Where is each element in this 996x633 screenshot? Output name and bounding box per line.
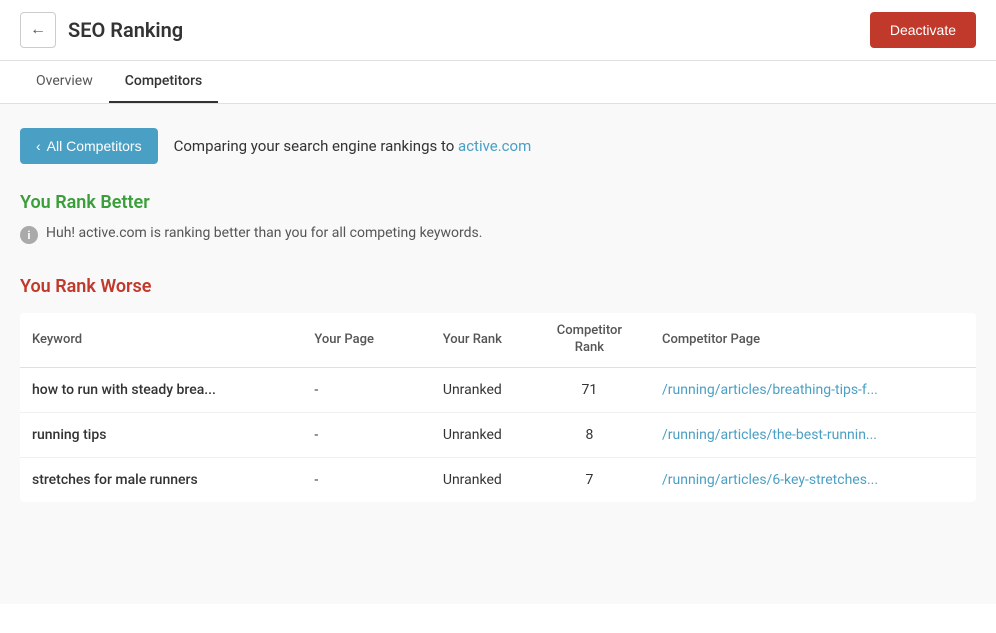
rank-better-info: i Huh! active.com is ranking better than…: [20, 225, 976, 244]
nav-tabs: Overview Competitors: [0, 61, 996, 104]
competitor-page-link[interactable]: /running/articles/breathing-tips-f...: [662, 382, 878, 398]
table-row: running tips - Unranked 8 /running/artic…: [20, 412, 976, 457]
cell-competitor-rank: 71: [529, 367, 650, 412]
cell-your-page: -: [302, 412, 415, 457]
tab-competitors[interactable]: Competitors: [109, 61, 218, 103]
cell-your-page: -: [302, 367, 415, 412]
table-header-row: Keyword Your Page Your Rank CompetitorRa…: [20, 313, 976, 367]
cell-your-rank: Unranked: [416, 412, 529, 457]
col-keyword: Keyword: [20, 313, 302, 367]
cell-your-rank: Unranked: [416, 367, 529, 412]
all-competitors-button[interactable]: ‹ All Competitors: [20, 128, 158, 164]
rank-worse-heading: You Rank Worse: [20, 276, 976, 297]
cell-competitor-rank: 8: [529, 412, 650, 457]
col-your-page: Your Page: [302, 313, 415, 367]
deactivate-button[interactable]: Deactivate: [870, 12, 976, 48]
cell-keyword: how to run with steady brea...: [20, 367, 302, 412]
page-title: SEO Ranking: [68, 18, 183, 42]
rank-better-section: You Rank Better i Huh! active.com is ran…: [20, 192, 976, 244]
header-left: ← SEO Ranking: [20, 12, 183, 48]
all-competitors-label: All Competitors: [47, 138, 142, 154]
cell-competitor-page: /running/articles/6-key-stretches...: [650, 457, 976, 502]
table-row: stretches for male runners - Unranked 7 …: [20, 457, 976, 502]
col-your-rank: Your Rank: [416, 313, 529, 367]
competitor-page-link[interactable]: /running/articles/6-key-stretches...: [662, 472, 878, 488]
cell-keyword: running tips: [20, 412, 302, 457]
cell-competitor-page: /running/articles/breathing-tips-f...: [650, 367, 976, 412]
back-icon: ←: [30, 21, 46, 39]
main-content: ‹ All Competitors Comparing your search …: [0, 104, 996, 604]
competitor-page-link[interactable]: /running/articles/the-best-runnin...: [662, 427, 877, 443]
cell-your-page: -: [302, 457, 415, 502]
col-competitor-page: Competitor Page: [650, 313, 976, 367]
chevron-left-icon: ‹: [36, 138, 41, 154]
cell-competitor-page: /running/articles/the-best-runnin...: [650, 412, 976, 457]
page-header: ← SEO Ranking Deactivate: [0, 0, 996, 61]
info-icon: i: [20, 226, 38, 244]
comparing-text: Comparing your search engine rankings to…: [174, 137, 532, 155]
rank-worse-table: Keyword Your Page Your Rank CompetitorRa…: [20, 313, 976, 502]
col-competitor-rank: CompetitorRank: [529, 313, 650, 367]
back-button[interactable]: ←: [20, 12, 56, 48]
table-row: how to run with steady brea... - Unranke…: [20, 367, 976, 412]
competitor-url-link[interactable]: active.com: [458, 137, 531, 155]
rank-better-heading: You Rank Better: [20, 192, 976, 213]
rank-better-info-text: Huh! active.com is ranking better than y…: [46, 225, 482, 241]
tab-overview[interactable]: Overview: [20, 61, 109, 103]
rank-worse-section: You Rank Worse Keyword Your Page Your Ra…: [20, 276, 976, 502]
comparing-row: ‹ All Competitors Comparing your search …: [20, 128, 976, 164]
cell-competitor-rank: 7: [529, 457, 650, 502]
cell-your-rank: Unranked: [416, 457, 529, 502]
cell-keyword: stretches for male runners: [20, 457, 302, 502]
